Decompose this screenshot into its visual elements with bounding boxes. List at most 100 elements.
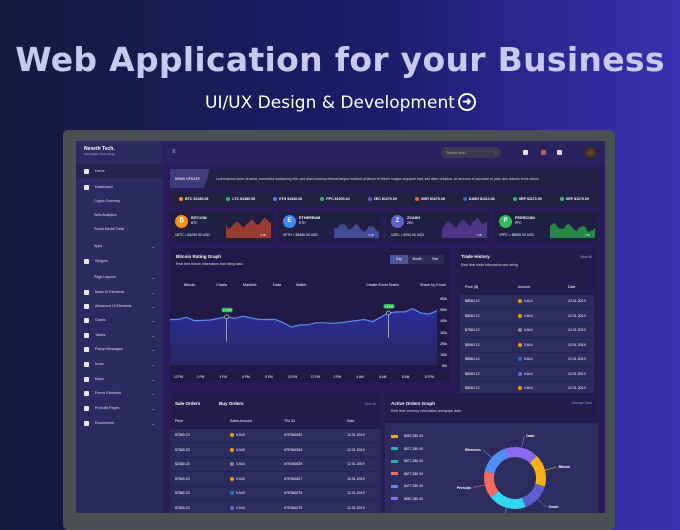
sidebar-item-label: Popup Messages [95,347,152,351]
coin-symbol: ETH [299,221,305,225]
table-header: Price Sales Amount TRL ID Date [170,414,381,429]
table-row[interactable]: $8060.12 0.614 12.01.2019 [460,309,594,324]
coin-icon [560,197,564,201]
table-cell: #TR346575 [279,491,342,495]
arrow-right-circle-icon[interactable]: ➜ [458,93,476,111]
coin-icon [463,197,467,201]
table-row[interactable]: $7860.23 0.543 #TR346534 12.01.2019 [170,443,381,458]
cell-text: $7860.23 [175,491,190,495]
cell-text: 12.01.2019 [568,357,586,361]
ticker-item[interactable]: XRP $1170.09 [513,197,542,201]
sidebar-item[interactable]: Popup Messages ⌄ [76,342,163,356]
avatar[interactable] [584,146,597,159]
sidebar-item[interactable]: Charts ⌄ [76,313,163,327]
donut-slice-litecoin[interactable] [491,491,526,509]
sidebar-item[interactable]: Icons ⌄ [76,357,163,371]
donut-slice-ethereum[interactable] [485,449,508,474]
table-row[interactable]: $7860.12 0.614 12.01.2019 [460,324,594,339]
cell-text: 12.01.2019 [347,477,365,481]
ticker-item[interactable]: XRP $1170.09 [560,197,589,201]
column-header: Sales Amount [225,419,279,423]
coin-icon [320,197,324,201]
cell-text: #TR346534 [284,448,302,452]
ticker-item[interactable]: PPC $1000.04 [320,197,349,201]
column-header: Price [170,419,225,423]
search-input[interactable]: Search here... ⌕ [441,147,501,158]
coin-change: 9.9k [260,233,266,237]
column-header: Price ($) [460,285,513,289]
table-row[interactable]: $2360.23 0.543 #TR346528 12.01.2019 [170,458,381,473]
x-tick: 4 PM [220,375,227,379]
table-cell: $7860.23 [170,491,225,495]
sidebar-item[interactable]: Maps ⌄ [76,372,163,386]
ticker-item[interactable]: ZEC $1270.09 [368,197,397,201]
chevron-down-icon: ⌄ [152,304,155,309]
cell-text: 12.01.2019 [568,299,586,303]
chevron-down-icon: ⌄ [152,347,155,352]
sidebar-item[interactable]: Web Analytics [76,208,163,222]
sidebar-item[interactable]: Page Layouts ⌄ [76,270,163,284]
table-row[interactable]: $7860.23 0.543 #TR346532 12.01.2019 [170,429,381,444]
flag-icon[interactable] [557,150,562,155]
sidebar-item[interactable]: Crypto Currency [76,194,163,208]
coin-card[interactable]: Z ZCASH ZEC 1ZEC = $750.00 USD 7.9k [386,211,490,242]
brand-logo[interactable]: Nexeth Tech. Information Technology [84,146,115,156]
sidebar-item[interactable]: Forms Elements ⌄ [76,386,163,400]
news-tag: NEWS UPDATE [170,169,210,188]
coin-rate-select[interactable]: 1PPC = $6000.00 USD [499,233,534,237]
table-row[interactable]: $8060.12 0.614 12.01.2019 [460,367,594,382]
tab-sale-orders[interactable]: Sale Orders [175,401,200,406]
menu-toggle-icon[interactable]: ≡ [172,149,176,155]
table-cell: $8060.12 [460,386,513,390]
tab-buy-orders[interactable]: Buy Orders [219,401,244,406]
marker-point [225,315,229,319]
marker-label: + 1,400 [223,309,232,312]
ticker-item[interactable]: BTC $1280.08 [179,197,208,201]
thumbs-up-icon[interactable] [523,150,528,155]
coin-card[interactable]: P PEERCOIN PPC 1PPC = $6000.00 USD 7.9k [494,211,598,242]
cell-text: 12.01.2019 [568,343,586,347]
donut-slice-dash[interactable] [504,447,536,463]
sidebar-item-label: Dashboard [95,185,163,189]
view-all-link[interactable]: View All [580,255,592,259]
coin-rate-select[interactable]: 1ETH = $3460.00 USD [283,233,318,237]
table-row[interactable]: $7860.23 0.543 #TR346575 12.01.2019 [170,487,381,502]
coin-icon [179,197,183,201]
column-header: Date [563,285,594,289]
chevron-down-icon: ⌄ [152,244,155,249]
sidebar-item[interactable]: Advanced UI Elements ⌄ [76,299,163,313]
search-icon: ⌕ [495,151,497,155]
mail-icon[interactable] [541,150,546,155]
sidebar-item[interactable]: Home [76,164,163,178]
ticker-item[interactable]: ETH $1330.08 [273,197,302,201]
sidebar-item[interactable]: Tables ⌄ [76,328,163,342]
coin-card[interactable]: E ETHEREUM ETH 1ETH = $3460.00 USD 9.9k [278,211,382,242]
sidebar-item[interactable]: Prebuild Pages ⌄ [76,401,163,415]
table-cell: #TR346527 [279,477,342,481]
y-tick: 450k [440,319,447,323]
coin-dot-icon [230,462,234,466]
donut-slice-zcash[interactable] [522,484,545,507]
table-row[interactable]: $8060.12 0.614 12.01.2019 [460,338,594,353]
ticker-item[interactable]: DASH $1110.08 [463,197,495,201]
sidebar-item[interactable]: Ecommerce ⌄ [76,416,163,430]
coin-change: 9.9k [368,233,374,237]
table-cell: $7860.23 [170,506,225,510]
coin-name: ETHEREUM [299,216,320,220]
table-row[interactable]: $7860.23 0.543 #TR346275 12.01.2019 [170,501,381,513]
table-row[interactable]: $8860.12 0.614 12.01.2019 [460,353,594,368]
ticker-item[interactable]: XMR $1670.08 [415,197,445,201]
coin-rate-select[interactable]: 1BTC = $1250.00 USD [175,233,210,237]
coin-rate-select[interactable]: 1ZEC = $750.00 USD [391,233,424,237]
sidebar-item[interactable]: Apps ⌄ [76,239,163,253]
sidebar-item[interactable]: Basic UI Elements ⌄ [76,285,163,299]
coin-card[interactable]: ₿ BITCOIN BTC 1BTC = $1250.00 USD 9.9k [170,211,274,242]
sidebar-item[interactable]: Social Media Trafic [76,222,163,236]
table-row[interactable]: $7860.23 0.543 #TR346527 12.01.2019 [170,472,381,487]
table-row[interactable]: $8060.12 0.614 12.01.2019 [460,295,594,310]
sidebar-item[interactable]: Widgets [76,254,163,268]
sidebar-item[interactable]: Dashboard [76,180,163,194]
ticker-item[interactable]: LTC $1380.08 [226,197,255,201]
coin-name: PEERCOIN [515,216,535,220]
view-all-link[interactable]: View All [364,402,376,406]
